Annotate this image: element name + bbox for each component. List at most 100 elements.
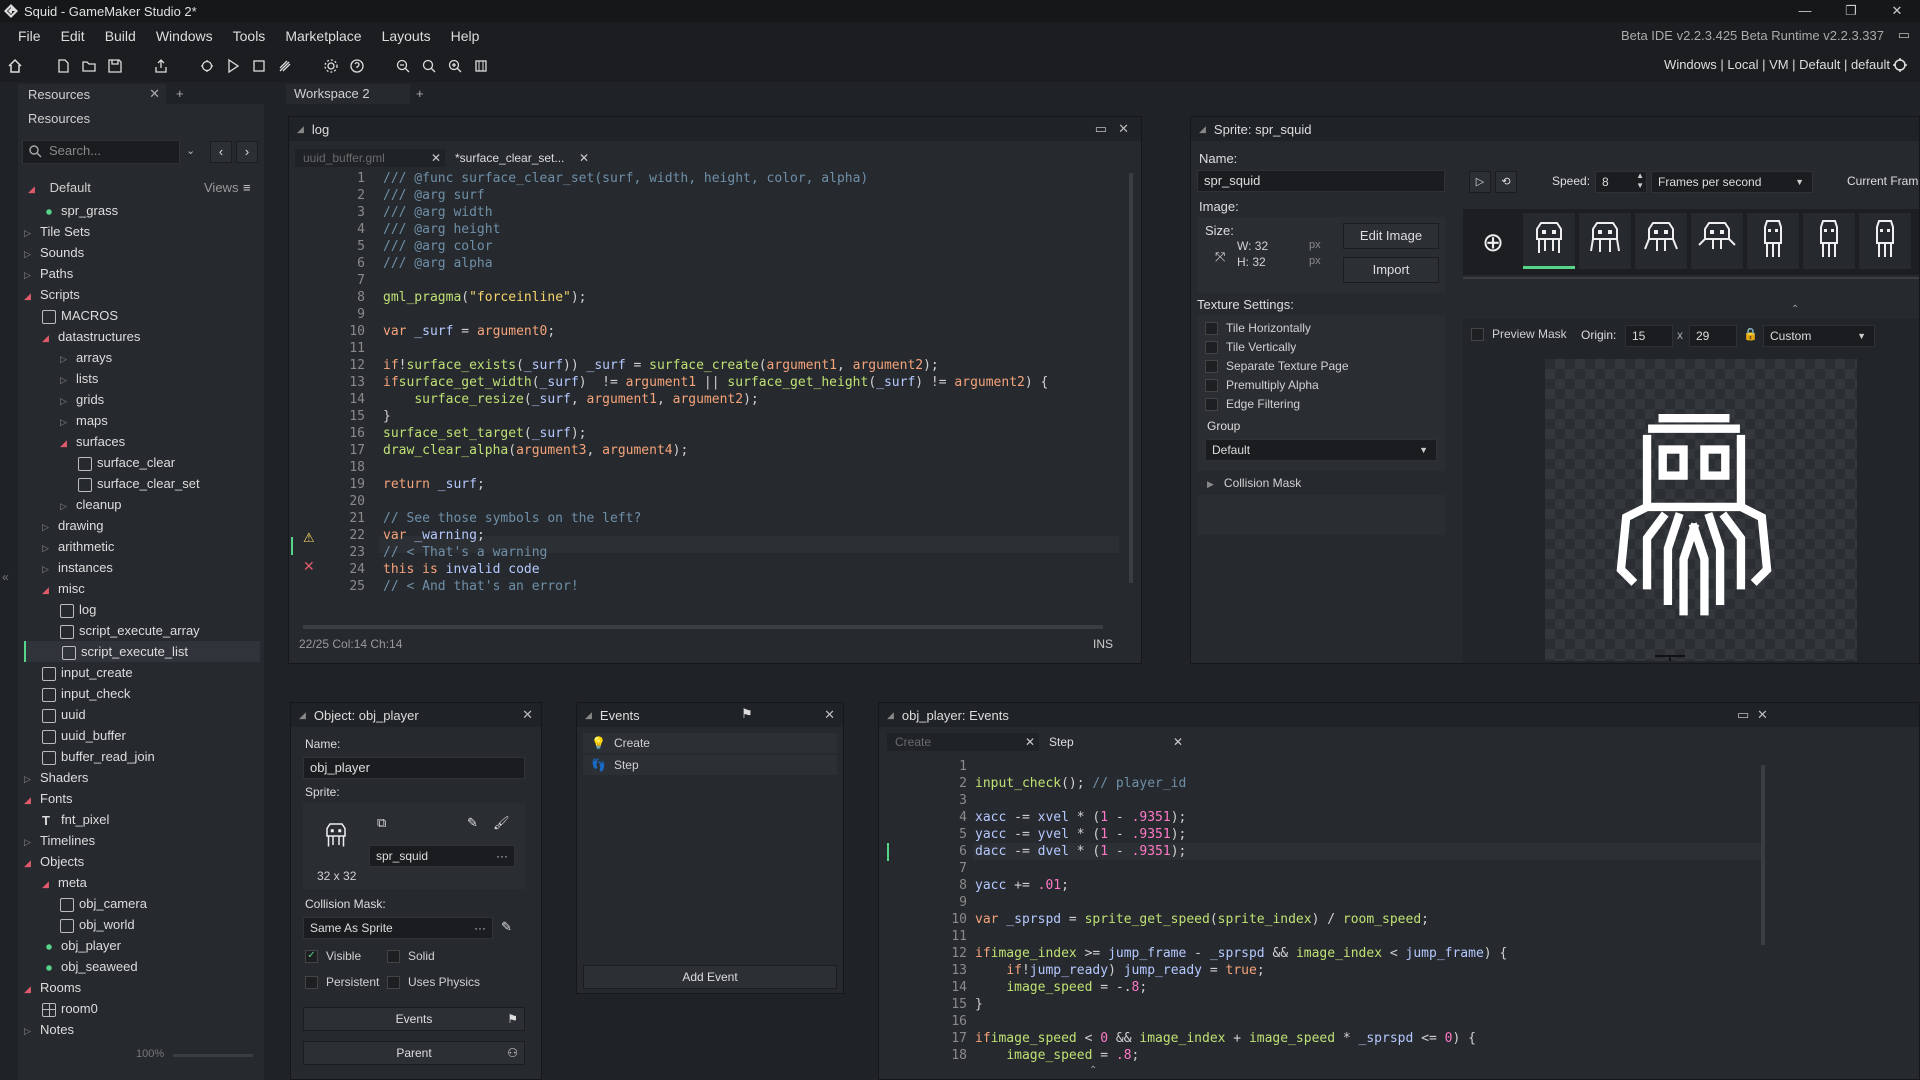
visible-checkbox[interactable]: ✓ Visible [305,949,361,964]
home-icon[interactable] [2,53,28,79]
event-create[interactable]: 💡 Create [583,733,837,753]
tree-item[interactable]: ▷ Paths [24,263,260,284]
close-window-button[interactable]: ✕ [1874,0,1920,22]
stop-icon[interactable] [246,53,272,79]
tree-item[interactable]: ▷ cleanup [24,494,260,515]
tree-item[interactable]: surface_clear_set [24,473,260,494]
close-icon[interactable]: ✕ [431,149,441,167]
expand-triangle-icon[interactable]: ◢ [24,790,36,811]
code-area[interactable]: ​input_check(); // player_id​xacc -= xve… [975,758,1765,1064]
menu-help[interactable]: Help [441,28,490,44]
persistent-checkbox[interactable]: Persistent [305,975,379,990]
add-workspace-icon[interactable]: + [416,86,424,101]
close-icon[interactable]: ✕ [1118,121,1129,137]
tree-item[interactable]: ▷ instances [24,557,260,578]
collapse-triangle-icon[interactable]: ◢ [585,710,592,721]
hamburger-icon[interactable]: ≡ [243,178,251,198]
tree-item[interactable]: ▷ grids [24,389,260,410]
collapse-triangle-icon[interactable]: ▷ [60,412,72,433]
group-select[interactable]: Default ▼ [1205,439,1437,461]
target-settings-icon[interactable] [1892,57,1908,76]
expand-triangle-icon[interactable]: ◢ [42,874,54,895]
collapse-triangle-icon[interactable]: ◢ [297,124,304,135]
expand-triangle-icon[interactable]: ◢ [24,286,36,307]
tree-item[interactable]: input_check [24,683,260,704]
collapse-triangle-icon[interactable]: ▷ [24,223,36,244]
collision-mask-select[interactable]: Same As Sprite ··· [303,917,493,939]
tree-item[interactable]: ◢ Scripts [24,284,260,305]
object-name-field[interactable]: obj_player [303,757,525,779]
tree-item[interactable]: ▷ Timelines [24,830,260,851]
settings-icon[interactable] [318,53,344,79]
tile-horizontally-checkbox[interactable]: Tile Horizontally [1205,321,1311,336]
collapse-triangle-icon[interactable]: ▷ [60,370,72,391]
flag-icon[interactable]: ⚑ [741,706,753,722]
close-icon[interactable]: ✕ [522,707,533,723]
zoom-reset-icon[interactable] [416,53,442,79]
parent-button[interactable]: Parent ⚇ [303,1041,525,1065]
collapse-triangle-icon[interactable]: ▷ [24,244,36,265]
collapse-triangle-icon[interactable]: ▷ [24,769,36,790]
tree-item[interactable]: obj_player [24,935,260,956]
loop-button[interactable]: ⟲ [1495,171,1517,193]
tree-item[interactable]: ▷ arrays [24,347,260,368]
tree-item[interactable]: ◢ Objects [24,851,260,872]
resize-icon[interactable]: ⤧ [1215,249,1225,265]
collapse-up-icon[interactable]: ⌃ [1089,1065,1097,1076]
maximize-icon[interactable]: ▭ [1095,121,1107,137]
play-button[interactable]: ▷ [1469,171,1491,193]
collapse-triangle-icon[interactable]: ▷ [60,496,72,517]
tree-item[interactable]: input_create [24,662,260,683]
vertical-scrollbar[interactable] [1761,765,1765,945]
menu-marketplace[interactable]: Marketplace [275,28,371,44]
tree-item[interactable]: ◢ meta [24,872,260,893]
tree-item[interactable]: ◢ datastructures [24,326,260,347]
tree-item[interactable]: ▷ drawing [24,515,260,536]
add-event-button[interactable]: Add Event [583,965,837,989]
save-icon[interactable] [102,53,128,79]
tree-item[interactable]: buffer_read_join [24,746,260,767]
close-icon[interactable]: ✕ [1173,733,1183,751]
expand-triangle-icon[interactable]: ◢ [24,979,36,1000]
collapse-triangle-icon[interactable]: ◢ [1199,124,1206,135]
add-frame-icon[interactable]: ⊕ [1469,217,1517,267]
collapse-triangle-icon[interactable]: ▷ [42,538,54,559]
minimize-button[interactable]: — [1782,0,1828,22]
speed-mode-select[interactable]: Frames per second ▼ [1651,171,1813,193]
chevron-down-icon[interactable]: ⌄ [186,144,195,157]
zoom-out-icon[interactable] [390,53,416,79]
sprite-name-field[interactable]: spr_squid [1197,170,1445,192]
collapse-triangle-icon[interactable]: ▷ [24,832,36,853]
tree-item[interactable]: ▷ arithmetic [24,536,260,557]
tile-vertically-checkbox[interactable]: Tile Vertically [1205,340,1296,355]
close-icon[interactable]: ✕ [579,149,589,167]
tree-item[interactable]: ▷ Shaders [24,767,260,788]
menu-windows[interactable]: Windows [146,28,223,44]
origin-y-input[interactable]: 29 [1689,325,1737,347]
tab-surface-clear-set[interactable]: *surface_clear_set... ✕ [447,149,593,167]
solid-checkbox[interactable]: Solid [387,949,435,964]
spinner-icon[interactable]: ▲ ▼ [1636,171,1644,191]
frame-strip-scrollbar[interactable] [1463,277,1919,279]
tree-item[interactable]: ▷ Notes [24,1019,260,1040]
new-sprite-icon[interactable]: ⧉ [377,815,386,831]
menu-build[interactable]: Build [95,28,146,44]
close-icon[interactable]: ✕ [1025,733,1035,751]
brush-icon[interactable]: 🖌 [493,815,510,831]
horizontal-scrollbar[interactable] [303,625,1103,629]
preview-mask-checkbox[interactable]: Preview Mask [1471,327,1567,342]
tree-item[interactable]: uuid [24,704,260,725]
new-project-icon[interactable] [50,53,76,79]
zoom-slider[interactable] [173,1054,253,1057]
nav-forward-icon[interactable]: › [236,141,258,163]
ellipsis-icon[interactable]: ··· [496,846,508,866]
help-icon[interactable] [344,53,370,79]
tree-item[interactable]: obj_world [24,914,260,935]
edit-image-button[interactable]: Edit Image [1343,223,1439,249]
collapse-triangle-icon[interactable]: ▷ [24,1021,36,1042]
ellipsis-icon[interactable]: ··· [474,918,486,938]
import-button[interactable]: Import [1343,257,1439,283]
resource-group-row[interactable]: ◢ Default Views ≡ [28,178,258,198]
uses-physics-checkbox[interactable]: Uses Physics [387,975,480,990]
menu-layouts[interactable]: Layouts [372,28,441,44]
